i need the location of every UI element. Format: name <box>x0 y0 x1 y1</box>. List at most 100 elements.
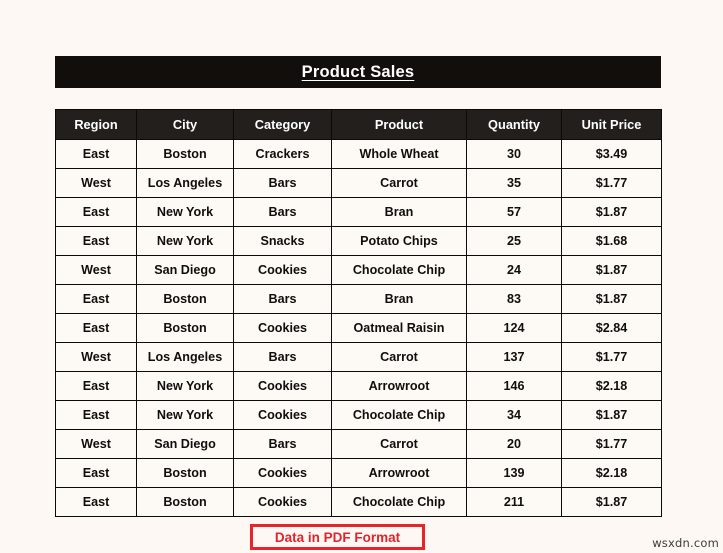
cell-unit-price: $1.68 <box>562 227 662 256</box>
cell-product: Chocolate Chip <box>332 401 467 430</box>
cell-region: East <box>56 285 137 314</box>
annotation-callout: Data in PDF Format <box>250 524 425 550</box>
cell-product: Carrot <box>332 430 467 459</box>
cell-category: Cookies <box>234 488 332 517</box>
column-header-category: Category <box>234 110 332 140</box>
cell-category: Cookies <box>234 459 332 488</box>
annotation-label: Data in PDF Format <box>275 530 400 545</box>
cell-category: Crackers <box>234 140 332 169</box>
cell-unit-price: $2.18 <box>562 459 662 488</box>
table-row: WestLos AngelesBarsCarrot137$1.77 <box>56 343 662 372</box>
cell-product: Arrowroot <box>332 459 467 488</box>
cell-quantity: 25 <box>467 227 562 256</box>
table-row: EastBostonCookiesOatmeal Raisin124$2.84 <box>56 314 662 343</box>
column-header-product: Product <box>332 110 467 140</box>
cell-region: East <box>56 488 137 517</box>
cell-category: Cookies <box>234 401 332 430</box>
column-header-unit-price: Unit Price <box>562 110 662 140</box>
cell-city: New York <box>137 372 234 401</box>
cell-category: Cookies <box>234 372 332 401</box>
cell-product: Bran <box>332 198 467 227</box>
cell-unit-price: $1.77 <box>562 169 662 198</box>
table-row: WestSan DiegoCookiesChocolate Chip24$1.8… <box>56 256 662 285</box>
cell-unit-price: $1.87 <box>562 285 662 314</box>
table-row: WestLos AngelesBarsCarrot35$1.77 <box>56 169 662 198</box>
cell-quantity: 146 <box>467 372 562 401</box>
cell-quantity: 20 <box>467 430 562 459</box>
cell-city: San Diego <box>137 430 234 459</box>
cell-product: Chocolate Chip <box>332 488 467 517</box>
cell-region: East <box>56 372 137 401</box>
cell-city: New York <box>137 401 234 430</box>
cell-unit-price: $3.49 <box>562 140 662 169</box>
table-row: EastBostonCookiesChocolate Chip211$1.87 <box>56 488 662 517</box>
table-row: EastBostonBarsBran83$1.87 <box>56 285 662 314</box>
page-title: Product Sales <box>302 63 415 82</box>
cell-product: Carrot <box>332 169 467 198</box>
cell-product: Whole Wheat <box>332 140 467 169</box>
table-row: EastNew YorkSnacksPotato Chips25$1.68 <box>56 227 662 256</box>
cell-region: West <box>56 343 137 372</box>
cell-category: Bars <box>234 285 332 314</box>
cell-quantity: 30 <box>467 140 562 169</box>
cell-region: East <box>56 401 137 430</box>
table-header: Region City Category Product Quantity Un… <box>56 110 662 140</box>
cell-quantity: 35 <box>467 169 562 198</box>
cell-product: Arrowroot <box>332 372 467 401</box>
table-row: EastBostonCrackersWhole Wheat30$3.49 <box>56 140 662 169</box>
cell-quantity: 211 <box>467 488 562 517</box>
table-row: EastNew YorkCookiesChocolate Chip34$1.87 <box>56 401 662 430</box>
cell-city: Boston <box>137 488 234 517</box>
cell-city: New York <box>137 227 234 256</box>
cell-region: East <box>56 140 137 169</box>
cell-quantity: 34 <box>467 401 562 430</box>
pdf-page: Product Sales Region City Category Produ… <box>0 0 723 553</box>
cell-quantity: 124 <box>467 314 562 343</box>
table-row: EastNew YorkBarsBran57$1.87 <box>56 198 662 227</box>
table-body: EastBostonCrackersWhole Wheat30$3.49West… <box>56 140 662 517</box>
cell-category: Bars <box>234 343 332 372</box>
cell-city: Boston <box>137 285 234 314</box>
watermark: wsxdn.com <box>652 536 719 550</box>
cell-city: Los Angeles <box>137 169 234 198</box>
document-title-banner: Product Sales <box>55 56 661 88</box>
table-header-row: Region City Category Product Quantity Un… <box>56 110 662 140</box>
cell-region: East <box>56 459 137 488</box>
table-row: WestSan DiegoBarsCarrot20$1.77 <box>56 430 662 459</box>
sales-table-container: Region City Category Product Quantity Un… <box>55 109 662 517</box>
cell-category: Snacks <box>234 227 332 256</box>
cell-region: East <box>56 314 137 343</box>
cell-unit-price: $1.77 <box>562 343 662 372</box>
cell-quantity: 57 <box>467 198 562 227</box>
cell-category: Bars <box>234 198 332 227</box>
table-row: EastBostonCookiesArrowroot139$2.18 <box>56 459 662 488</box>
cell-region: East <box>56 198 137 227</box>
cell-region: East <box>56 227 137 256</box>
cell-category: Bars <box>234 169 332 198</box>
cell-unit-price: $1.87 <box>562 198 662 227</box>
cell-category: Cookies <box>234 314 332 343</box>
cell-city: Boston <box>137 314 234 343</box>
cell-quantity: 83 <box>467 285 562 314</box>
column-header-region: Region <box>56 110 137 140</box>
cell-city: Boston <box>137 140 234 169</box>
cell-city: Boston <box>137 459 234 488</box>
cell-product: Oatmeal Raisin <box>332 314 467 343</box>
cell-unit-price: $1.77 <box>562 430 662 459</box>
cell-product: Chocolate Chip <box>332 256 467 285</box>
cell-region: West <box>56 430 137 459</box>
cell-unit-price: $2.18 <box>562 372 662 401</box>
cell-category: Bars <box>234 430 332 459</box>
cell-product: Potato Chips <box>332 227 467 256</box>
cell-unit-price: $2.84 <box>562 314 662 343</box>
cell-city: Los Angeles <box>137 343 234 372</box>
cell-quantity: 137 <box>467 343 562 372</box>
cell-region: West <box>56 169 137 198</box>
product-sales-table: Region City Category Product Quantity Un… <box>55 109 662 517</box>
cell-region: West <box>56 256 137 285</box>
cell-unit-price: $1.87 <box>562 256 662 285</box>
cell-quantity: 24 <box>467 256 562 285</box>
column-header-city: City <box>137 110 234 140</box>
cell-product: Bran <box>332 285 467 314</box>
cell-city: San Diego <box>137 256 234 285</box>
